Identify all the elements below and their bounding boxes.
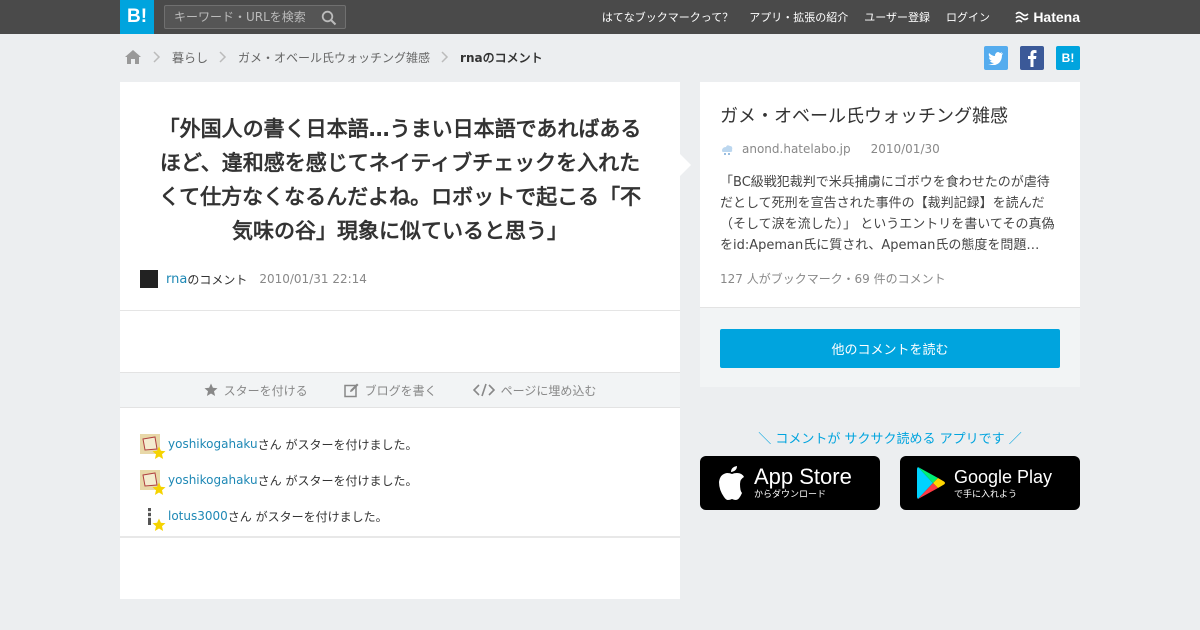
embed-label: ページに埋め込む: [500, 383, 597, 398]
share-buttons: B!: [984, 46, 1080, 70]
entry-stats: 127 人がブックマーク・69 件のコメント: [720, 272, 946, 286]
chevron-right-icon: [219, 51, 227, 63]
star-text: さん がスターを付けました。: [257, 473, 418, 488]
app-store-label: App Store: [754, 464, 852, 489]
app-store-button[interactable]: App Store からダウンロード: [700, 456, 880, 510]
apple-icon: [719, 466, 744, 500]
chevron-right-icon: [441, 51, 449, 63]
twitter-icon: [988, 52, 1003, 65]
embed-button[interactable]: ページに埋め込む: [472, 382, 597, 399]
app-store-sublabel: からダウンロード: [754, 490, 827, 500]
entry-excerpt: 「BC級戦犯裁判で米兵捕虜にゴボウを食わせたのが虐待だとして死刑を宣告された事件…: [720, 175, 1055, 253]
nav-about[interactable]: はてなブックマークって？: [602, 9, 733, 25]
star-icon: [204, 383, 218, 396]
search-box[interactable]: [164, 5, 346, 29]
star-row: yoshikogahaku さん がスターを付けました。: [140, 462, 417, 498]
star-username[interactable]: lotus3000: [168, 509, 228, 523]
top-bar: B! はてなブックマークって？ アプリ・拡張の紹介 ユーザー登録 ログイン Ha…: [0, 0, 1200, 34]
entry-domain[interactable]: anond.hatelabo.jp: [742, 142, 851, 156]
home-icon[interactable]: [124, 49, 142, 65]
star-row: lotus3000 さん がスターを付けました。: [140, 498, 417, 534]
comment-timestamp: 2010/01/31 22:14: [259, 272, 367, 286]
search-icon[interactable]: [321, 10, 337, 26]
app-tagline: ＼ コメントが サクサク読める アプリです ／: [758, 432, 1022, 447]
nav-login[interactable]: ログイン: [946, 9, 990, 25]
star-text: さん がスターを付けました。: [257, 437, 418, 452]
star-icon: [152, 482, 166, 495]
read-other-comments-button[interactable]: 他のコメントを読む: [720, 329, 1060, 368]
google-play-label: Google Play: [954, 467, 1053, 487]
entry-source: anond.hatelabo.jp 2010/01/30: [720, 142, 940, 156]
search-input[interactable]: [165, 6, 315, 28]
breadcrumb-category[interactable]: 暮らし: [172, 49, 208, 66]
hatena-share-button[interactable]: B!: [1056, 46, 1080, 70]
hatena-brand[interactable]: Hatena: [1015, 8, 1080, 26]
hatena-bookmark-logo[interactable]: B!: [120, 0, 154, 34]
facebook-share-button[interactable]: [1020, 46, 1044, 70]
star-list: yoshikogahaku さん がスターを付けました。 yoshikogaha…: [140, 426, 417, 534]
add-star-button[interactable]: スターを付ける: [204, 382, 308, 399]
breadcrumb-current: rnaのコメント: [460, 50, 543, 65]
google-play-icon: [917, 467, 945, 499]
hatena-logo-icon: [1015, 11, 1029, 23]
commenter-username[interactable]: rna: [166, 272, 187, 287]
entry-card-footer: 他のコメントを読む: [700, 307, 1080, 387]
code-icon: [472, 383, 495, 397]
breadcrumb: 暮らし ガメ・オベール氏ウォッチング雑感 rnaのコメント: [124, 46, 543, 68]
star-icon: [152, 518, 166, 531]
edit-icon: [343, 383, 359, 397]
entry-title[interactable]: ガメ・オベール氏ウォッチング雑感: [720, 102, 1008, 128]
breadcrumb-entry[interactable]: ガメ・オベール氏ウォッチング雑感: [238, 49, 430, 66]
comment-card: 「外国人の書く日本語…うまい日本語であればあるほど、違和感を感じてネイティブチェ…: [120, 82, 680, 599]
avatar[interactable]: [140, 470, 166, 495]
google-play-button[interactable]: Google Play で手に入れよう: [900, 456, 1080, 510]
star-username[interactable]: yoshikogahaku: [168, 437, 258, 451]
facebook-icon: [1028, 50, 1037, 67]
add-star-label: スターを付ける: [223, 383, 308, 398]
avatar[interactable]: [140, 270, 158, 288]
comment-text: 「外国人の書く日本語…うまい日本語であればあるほど、違和感を感じてネイティブチェ…: [158, 117, 642, 243]
nav-register[interactable]: ユーザー登録: [864, 9, 930, 25]
twitter-share-button[interactable]: [984, 46, 1008, 70]
chevron-right-icon: [153, 51, 161, 63]
star-icon: [152, 446, 166, 459]
header-nav: はてなブックマークって？ アプリ・拡張の紹介 ユーザー登録 ログイン: [602, 0, 990, 34]
avatar[interactable]: [140, 434, 166, 459]
star-username[interactable]: yoshikogahaku: [168, 473, 258, 487]
star-row: yoshikogahaku さん がスターを付けました。: [140, 426, 417, 462]
entry-card: ガメ・オベール氏ウォッチング雑感 anond.hatelabo.jp 2010/…: [700, 82, 1080, 387]
action-bar: スターを付ける ブログを書く ページに埋め込む: [120, 372, 680, 408]
divider: [120, 310, 680, 311]
write-blog-label: ブログを書く: [364, 383, 437, 398]
card-arrow: [680, 154, 691, 176]
nav-apps[interactable]: アプリ・拡張の紹介: [749, 9, 848, 25]
write-blog-button[interactable]: ブログを書く: [343, 382, 437, 399]
divider: [120, 536, 680, 538]
avatar[interactable]: [140, 506, 166, 531]
hatena-brand-label: Hatena: [1033, 9, 1080, 25]
comment-suffix: のコメント: [187, 272, 248, 287]
star-text: さん がスターを付けました。: [227, 509, 388, 524]
entry-date: 2010/01/30: [870, 142, 940, 156]
commenter-info: rna のコメント 2010/01/31 22:14: [140, 270, 367, 288]
site-favicon-icon: [722, 145, 733, 155]
google-play-sublabel: で手に入れよう: [954, 490, 1018, 500]
